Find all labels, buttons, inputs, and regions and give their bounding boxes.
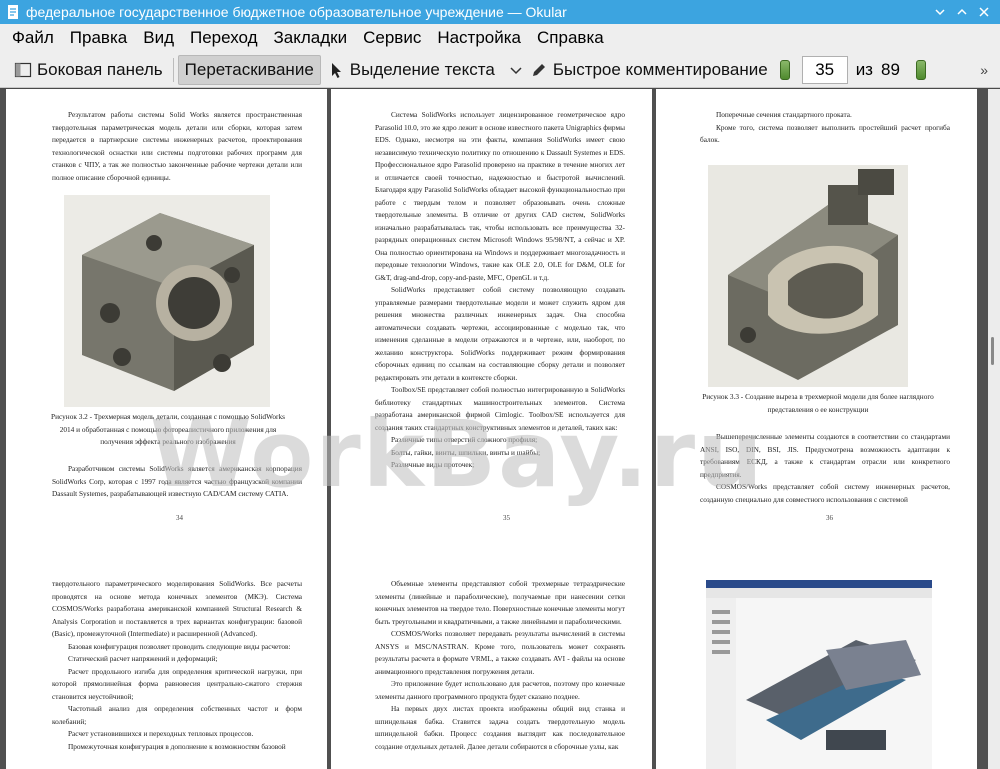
paragraph: Промежуточная конфигурация в дополнение … bbox=[68, 741, 286, 751]
page-34: Результатом работы системы Solid Works я… bbox=[6, 89, 327, 629]
list-item: Болты, гайки, винты, шпильки, винты и ша… bbox=[391, 447, 541, 457]
menu-tools[interactable]: Сервис bbox=[355, 28, 429, 48]
page-35: Система SolidWorks использует лицензиров… bbox=[331, 89, 652, 629]
close-icon[interactable] bbox=[978, 6, 990, 18]
menu-bar: Файл Правка Вид Переход Закладки Сервис … bbox=[0, 24, 1000, 52]
drag-mode-label: Перетаскивание bbox=[184, 59, 314, 79]
vertical-scrollbar[interactable] bbox=[988, 89, 1000, 769]
page-34-text-1: Результатом работы системы Solid Works я… bbox=[52, 109, 302, 184]
list-item: Частотный анализ для определения собстве… bbox=[52, 704, 302, 726]
paragraph: SolidWorks представляет собой систему по… bbox=[375, 285, 625, 382]
sidebar-icon bbox=[14, 61, 32, 79]
toolbar-overflow-icon[interactable]: » bbox=[980, 62, 988, 78]
paragraph: Это приложение будет использовано для ра… bbox=[375, 679, 625, 701]
paragraph: Объемные элементы представляют собой тре… bbox=[375, 579, 625, 626]
list-item: Статический расчет напряжений и деформац… bbox=[68, 654, 218, 663]
menu-file[interactable]: Файл bbox=[4, 28, 62, 48]
text-selection-label: Выделение текста bbox=[349, 59, 495, 79]
title-bar: федеральное государственное бюджетное об… bbox=[0, 0, 1000, 24]
sidebar-button[interactable]: Боковая панель bbox=[8, 55, 169, 85]
quick-comment-label: Быстрое комментирование bbox=[552, 59, 768, 79]
text-selection-button[interactable]: Выделение текста bbox=[321, 55, 501, 85]
page-36: Поперечные сечения стандартного проката.… bbox=[656, 89, 977, 629]
list-item: Расчет продольного изгиба для определени… bbox=[52, 666, 302, 701]
page-37-text: твердотельного параметрического моделиро… bbox=[52, 578, 302, 753]
menu-edit[interactable]: Правка bbox=[62, 28, 135, 48]
paragraph: Система SolidWorks использует лицензиров… bbox=[375, 110, 625, 282]
document-view[interactable]: Результатом работы системы Solid Works я… bbox=[0, 89, 988, 769]
cursor-arrow-icon bbox=[327, 61, 345, 79]
page-38: Объемные элементы представляют собой тре… bbox=[331, 550, 652, 769]
drag-mode-button[interactable]: Перетаскивание bbox=[177, 54, 321, 85]
paragraph: твердотельного параметрического моделиро… bbox=[52, 579, 302, 638]
page-number-input[interactable]: 35 bbox=[801, 55, 848, 84]
figure-caption-3-2: Рисунок 3.2 - Трехмерная модель детали, … bbox=[51, 412, 285, 446]
paragraph: На первых двух листах проекта изображены… bbox=[375, 704, 625, 751]
paragraph: Разработчиком системы SolidWorks являетс… bbox=[52, 464, 302, 498]
pen-icon bbox=[530, 61, 548, 79]
quick-comment-button[interactable]: Быстрое комментирование bbox=[501, 55, 774, 85]
minimize-icon[interactable] bbox=[934, 6, 946, 18]
page-number-34: 34 bbox=[176, 514, 183, 522]
solidworks-screenshot-image bbox=[706, 580, 932, 769]
page-38-text: Объемные элементы представляют собой тре… bbox=[375, 578, 625, 753]
paragraph: Кроме того, система позволяет выполнить … bbox=[700, 122, 950, 145]
menu-help[interactable]: Справка bbox=[529, 28, 612, 48]
toolbar-separator bbox=[172, 57, 174, 82]
paragraph: Базовая конфигурация позволяет проводить… bbox=[68, 641, 291, 651]
main-toolbar: Боковая панель Перетаскивание Выделение … bbox=[0, 52, 1000, 88]
page-39 bbox=[656, 550, 977, 769]
page-34-text-2: Разработчиком системы SolidWorks являетс… bbox=[52, 463, 302, 501]
next-page-icon[interactable] bbox=[915, 59, 926, 80]
part-render-image bbox=[64, 195, 270, 407]
page-37: твердотельного параметрического моделиро… bbox=[6, 550, 327, 769]
previous-page-icon[interactable] bbox=[779, 59, 790, 80]
figure-caption-3-3: Рисунок 3.3 - Создание выреза в трехмерн… bbox=[702, 392, 934, 414]
list-item: Расчет установившихся и переходных тепло… bbox=[68, 729, 254, 738]
okular-app-icon bbox=[6, 4, 20, 20]
page-number-35: 35 bbox=[503, 514, 510, 522]
scroll-thumb[interactable] bbox=[991, 337, 994, 365]
list-item: Различные виды проточек; bbox=[391, 460, 475, 469]
page-36-text-1: Поперечные сечения стандартного проката.… bbox=[700, 109, 950, 147]
window-title: федеральное государственное бюджетное об… bbox=[26, 4, 567, 20]
page-36-text-2: Вышеперечисленные элементы создаются в с… bbox=[700, 431, 950, 506]
of-label: из bbox=[855, 59, 873, 79]
paragraph: Вышеперечисленные элементы создаются в с… bbox=[700, 432, 950, 479]
paragraph: COSMOS/Works представляет собой систему … bbox=[700, 482, 950, 504]
paragraph: Результатом работы системы Solid Works я… bbox=[52, 110, 302, 182]
paragraph: Toolbox/SE представляет собой полностью … bbox=[375, 385, 625, 432]
page-35-text: Система SolidWorks использует лицензиров… bbox=[375, 109, 625, 472]
menu-view[interactable]: Вид bbox=[135, 28, 182, 48]
total-pages: 89 bbox=[880, 59, 900, 79]
menu-bookmarks[interactable]: Закладки bbox=[266, 28, 356, 48]
part-cutaway-image bbox=[708, 165, 908, 387]
menu-settings[interactable]: Настройка bbox=[429, 28, 529, 48]
menu-go[interactable]: Переход bbox=[182, 28, 266, 48]
paragraph: Поперечные сечения стандартного проката. bbox=[716, 110, 852, 119]
maximize-icon[interactable] bbox=[956, 6, 968, 18]
sidebar-button-label: Боковая панель bbox=[37, 59, 163, 79]
list-item: Различные типы отверстий сложного профил… bbox=[391, 435, 538, 444]
page-number-36: 36 bbox=[826, 514, 833, 522]
comment-chevron-icon bbox=[507, 61, 525, 79]
paragraph: COSMOS/Works позволяет передавать резуль… bbox=[375, 629, 625, 676]
